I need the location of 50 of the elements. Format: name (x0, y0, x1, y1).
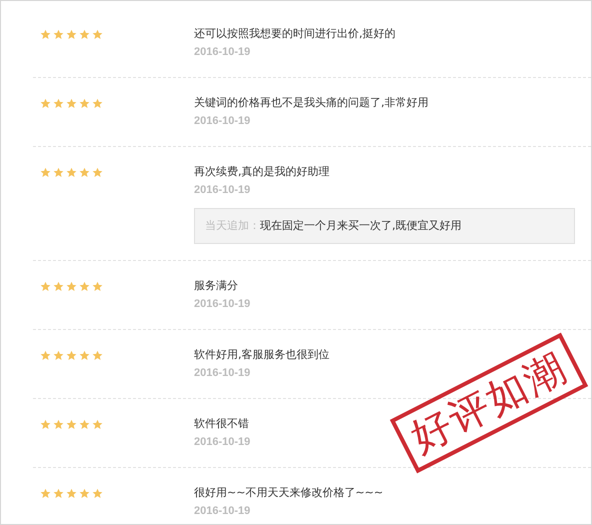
followup-text: 现在固定一个月来买一次了,既便宜又好用 (260, 218, 462, 234)
star-icon (40, 280, 51, 292)
star-icon (79, 418, 90, 430)
review-text: 软件好用,客服服务也很到位 (194, 347, 330, 363)
review-text: 还可以按照我想要的时间进行出价,挺好的 (194, 26, 396, 42)
review-date: 2016-10-19 (194, 114, 252, 129)
star-icon (66, 280, 77, 292)
star-icon (53, 98, 64, 108)
star-icon (53, 488, 64, 498)
review-date: 2016-10-19 (194, 183, 252, 198)
star-icon (53, 350, 64, 360)
star-icon (40, 98, 51, 108)
star-icon (53, 418, 64, 430)
review-text: 再次续费,真的是我的好助理 (194, 164, 330, 180)
star-icon (66, 350, 77, 360)
star-icon (40, 418, 51, 430)
review-date: 2016-10-19 (194, 297, 252, 312)
star-icon (92, 280, 103, 292)
star-icon (66, 98, 77, 108)
review-date: 2016-10-19 (194, 45, 252, 60)
star-icon (92, 98, 103, 108)
followup-label: 当天追加： (205, 218, 260, 234)
star-icon (66, 166, 77, 178)
star-icon (40, 350, 51, 360)
star-icon (79, 166, 90, 178)
star-icon (79, 350, 90, 360)
review-date: 2016-10-19 (194, 504, 252, 519)
stamp: 好评如潮 (390, 332, 588, 474)
star-icon (92, 350, 103, 360)
star-icon (66, 28, 77, 40)
review-text: 关键词的价格再也不是我头痛的问题了,非常好用 (194, 95, 430, 111)
star-icon (79, 488, 90, 498)
star-icon (40, 166, 51, 178)
star-icon (79, 98, 90, 108)
star-icon (92, 28, 103, 40)
star-icon (79, 28, 90, 40)
star-icon (66, 488, 77, 498)
star-icon (66, 418, 77, 430)
star-icon (53, 28, 64, 40)
review-text: 服务满分 (194, 278, 239, 294)
star-icon (40, 28, 51, 40)
star-icon (92, 166, 103, 178)
star-icon (53, 280, 64, 292)
review-text: 很好用~~不用天天来修改价格了~~~ (194, 485, 384, 501)
star-icon (92, 418, 103, 430)
star-icon (92, 488, 103, 498)
star-icon (79, 280, 90, 292)
star-icon (40, 488, 51, 498)
review-date: 2016-10-19 (194, 435, 252, 450)
star-icon (53, 166, 64, 178)
